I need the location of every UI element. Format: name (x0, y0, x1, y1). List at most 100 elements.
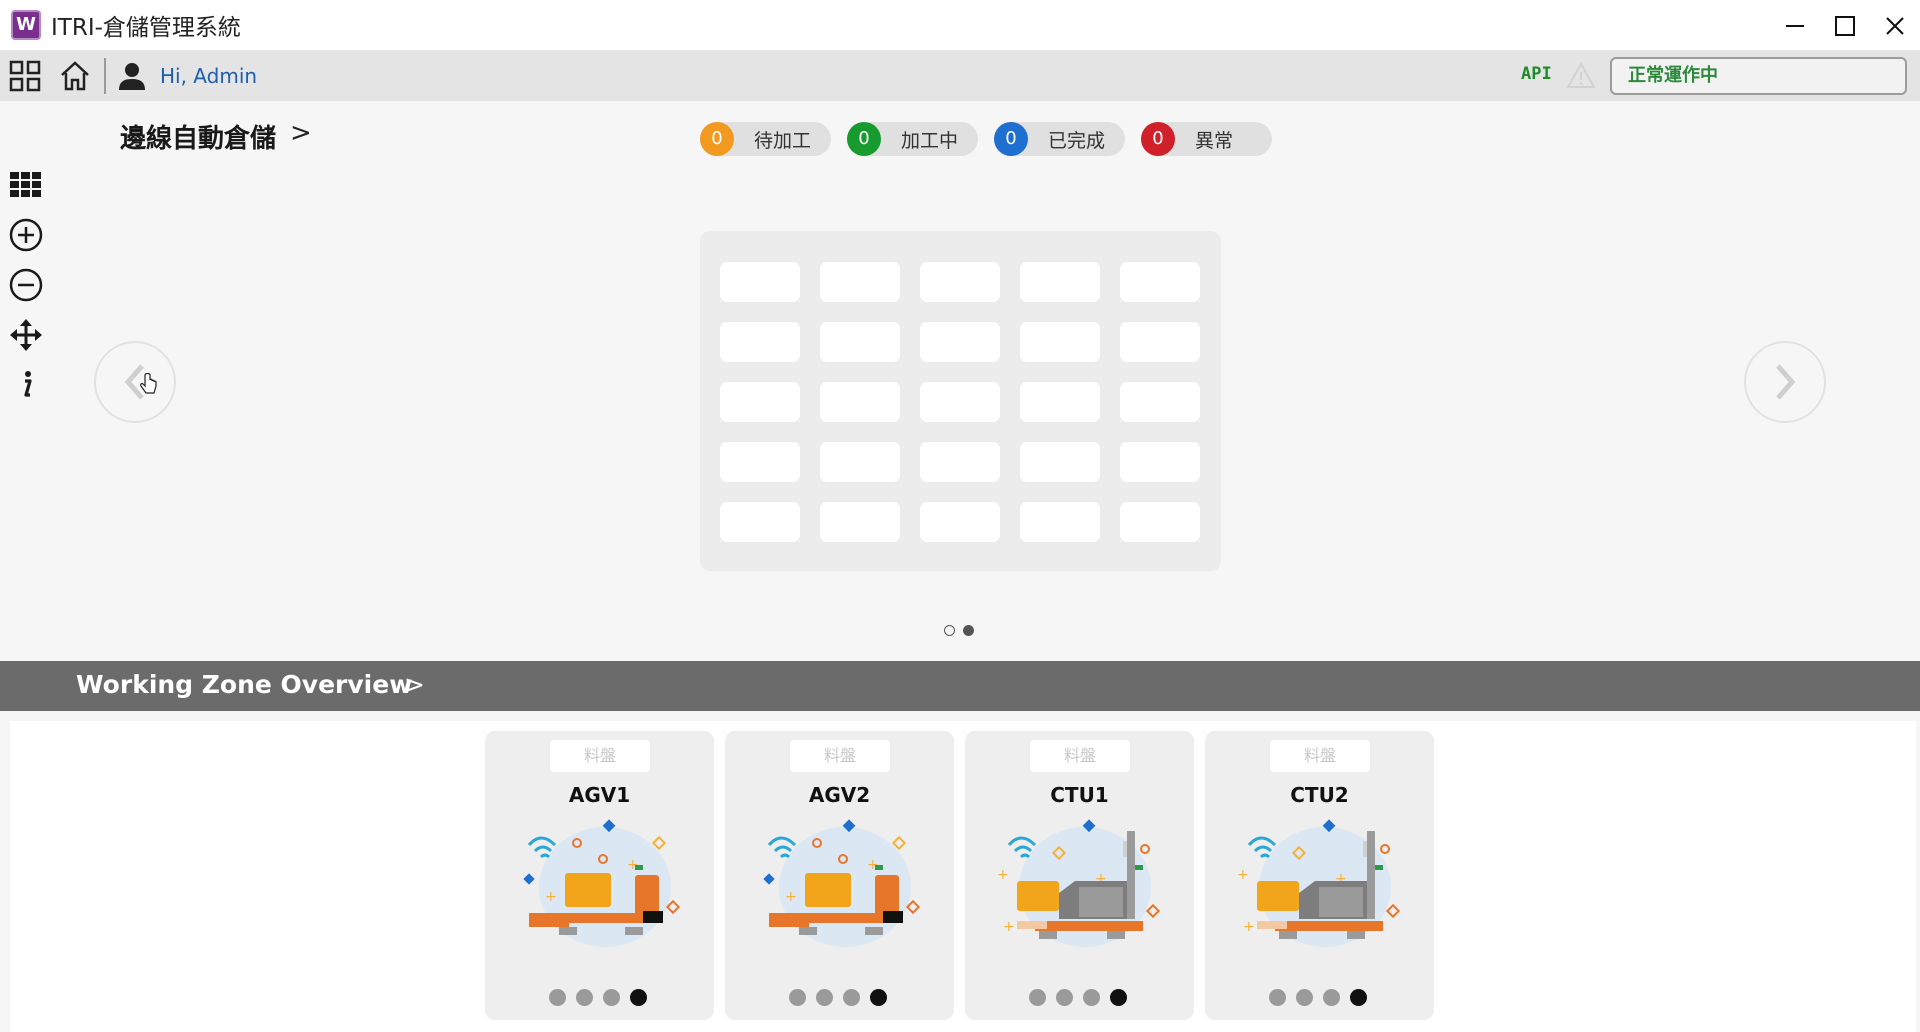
minimize-icon (1786, 24, 1804, 27)
svg-text:+: + (997, 867, 1009, 883)
status-label: 待加工 (754, 129, 812, 152)
move-button[interactable] (4, 310, 48, 360)
warehouse-title[interactable]: 邊線自動倉儲 (120, 118, 276, 155)
info-button[interactable] (4, 360, 48, 410)
status-label: 已完成 (1048, 129, 1106, 152)
warning-icon[interactable] (1566, 62, 1596, 89)
status-pill-pending[interactable]: 0 待加工 (700, 122, 831, 156)
status-pill-processing[interactable]: 0 加工中 (847, 122, 978, 156)
status-pill-abnormal[interactable]: 0 異常 (1141, 122, 1272, 156)
rack-slot[interactable] (1120, 322, 1200, 362)
rack-slot[interactable] (820, 262, 900, 302)
status-indicator-dot (789, 989, 806, 1006)
rack-slot[interactable] (1020, 322, 1100, 362)
status-count: 0 (847, 122, 881, 156)
status-indicator-dot (576, 989, 593, 1006)
vehicle-name: AGV1 (568, 783, 631, 807)
status-indicators (1029, 989, 1127, 1006)
rack-slot[interactable] (1020, 382, 1100, 422)
storage-rack-grid (700, 231, 1221, 571)
maximize-button[interactable] (1820, 0, 1870, 51)
rack-slot[interactable] (1120, 382, 1200, 422)
system-status-field: 正常運作中 (1610, 57, 1907, 95)
hand-cursor-icon (140, 373, 157, 394)
zoom-out-icon (9, 268, 43, 302)
user-greeting[interactable]: Hi, Admin (160, 64, 257, 88)
status-indicator-dot (1350, 989, 1367, 1006)
working-zone-title[interactable]: Working Zone Overview (76, 670, 412, 699)
user-button[interactable] (110, 51, 154, 101)
vehicle-card[interactable]: 料盤 CTU2 + + + (1205, 731, 1434, 1020)
rack-slot[interactable] (1020, 442, 1100, 482)
zoom-out-button[interactable] (4, 260, 48, 310)
vehicle-card[interactable]: 料盤 AGV1 + + (485, 731, 714, 1020)
vehicle-card[interactable]: 料盤 AGV2 + + (725, 731, 954, 1020)
ctu-illustration-icon: + + + (1235, 815, 1405, 955)
rack-slot[interactable] (720, 322, 800, 362)
rack-slot[interactable] (1020, 262, 1100, 302)
warehouse-arrow[interactable]: > (290, 118, 312, 148)
app-logo: W (11, 10, 41, 40)
rack-slot[interactable] (720, 382, 800, 422)
close-button[interactable] (1870, 0, 1920, 51)
status-indicator-dot (603, 989, 620, 1006)
page-dot[interactable] (944, 625, 955, 636)
status-indicator-dot (549, 989, 566, 1006)
rack-slot[interactable] (920, 382, 1000, 422)
map-tools (4, 160, 48, 410)
status-label: 異常 (1195, 129, 1234, 152)
window-title: ITRI-倉儲管理系統 (51, 15, 241, 41)
home-icon (61, 61, 89, 91)
next-page-button[interactable] (1744, 341, 1826, 423)
status-indicator-dot (1056, 989, 1073, 1006)
rack-slot[interactable] (920, 442, 1000, 482)
status-pills: 0 待加工 0 加工中 0 已完成 0 異常 (700, 122, 1272, 156)
rack-slot[interactable] (720, 442, 800, 482)
rack-slot[interactable] (720, 262, 800, 302)
working-zone-arrow[interactable]: > (404, 670, 425, 699)
working-zone-header: Working Zone Overview > (0, 661, 1920, 711)
rack-slot[interactable] (1120, 502, 1200, 542)
status-label: 加工中 (901, 129, 959, 152)
status-indicator-dot (1269, 989, 1286, 1006)
grid-view-icon (10, 172, 41, 197)
maximize-icon (1835, 15, 1855, 36)
rack-slot[interactable] (720, 502, 800, 542)
api-indicator[interactable]: API (1521, 64, 1552, 84)
rack-slot[interactable] (920, 322, 1000, 362)
status-indicator-dot (1110, 989, 1127, 1006)
rack-slot[interactable] (820, 382, 900, 422)
grid-view-button[interactable] (4, 160, 48, 210)
rack-slot[interactable] (920, 262, 1000, 302)
zoom-in-button[interactable] (4, 210, 48, 260)
info-icon (24, 371, 32, 397)
tray-tag: 料盤 (1270, 740, 1370, 772)
apps-button[interactable] (0, 51, 50, 101)
svg-text:+: + (785, 889, 797, 905)
prev-page-button[interactable] (94, 341, 176, 423)
rack-slot[interactable] (820, 322, 900, 362)
close-icon (1886, 16, 1904, 35)
vehicle-name: CTU2 (1290, 783, 1349, 807)
status-indicators (549, 989, 647, 1006)
chevron-right-icon (1776, 364, 1796, 400)
rack-slot[interactable] (1020, 502, 1100, 542)
status-pill-completed[interactable]: 0 已完成 (994, 122, 1125, 156)
rack-slot[interactable] (820, 502, 900, 542)
status-indicator-dot (870, 989, 887, 1006)
rack-slot[interactable] (820, 442, 900, 482)
rack-slot[interactable] (1120, 262, 1200, 302)
page-dot[interactable] (963, 625, 974, 636)
title-bar: W ITRI-倉儲管理系統 (0, 0, 1920, 51)
vehicle-name: CTU1 (1050, 783, 1109, 807)
home-button[interactable] (50, 51, 100, 101)
rack-slot[interactable] (1120, 442, 1200, 482)
minimize-button[interactable] (1770, 0, 1820, 51)
svg-text:+: + (1237, 867, 1249, 883)
rack-slot[interactable] (920, 502, 1000, 542)
status-indicator-dot (1323, 989, 1340, 1006)
status-indicator-dot (843, 989, 860, 1006)
tray-tag: 料盤 (1030, 740, 1130, 772)
vehicle-card[interactable]: 料盤 CTU1 + + + (965, 731, 1194, 1020)
toolbar: Hi, Admin API 正常運作中 (0, 51, 1920, 101)
